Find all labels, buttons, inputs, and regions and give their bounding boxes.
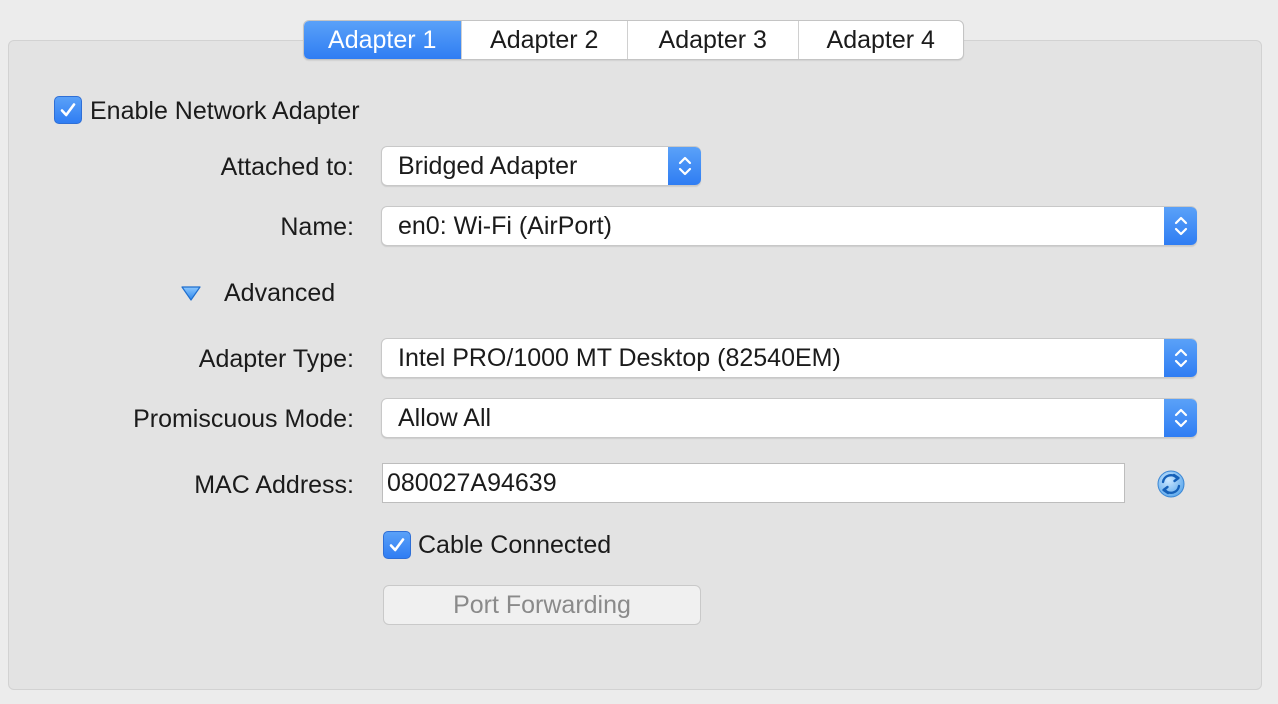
port-forwarding-button[interactable]: Port Forwarding — [383, 585, 701, 625]
name-value: en0: Wi-Fi (AirPort) — [398, 211, 612, 240]
mac-address-label: MAC Address: — [194, 471, 354, 499]
name-label: Name: — [280, 213, 354, 241]
attached-to-label: Attached to: — [220, 153, 354, 181]
attached-to-popup[interactable]: Bridged Adapter — [381, 146, 701, 186]
advanced-label[interactable]: Advanced — [224, 278, 335, 308]
adapter-type-label: Adapter Type: — [198, 345, 354, 373]
tab-adapter-3[interactable]: Adapter 3 — [628, 21, 799, 59]
checkmark-icon — [60, 103, 76, 117]
adapter-type-popup[interactable]: Intel PRO/1000 MT Desktop (82540EM) — [381, 338, 1197, 378]
mac-address-field[interactable]: 080027A94639 — [382, 463, 1125, 503]
tab-adapter-4[interactable]: Adapter 4 — [799, 21, 964, 59]
promiscuous-mode-popup[interactable]: Allow All — [381, 398, 1197, 438]
checkmark-icon — [389, 538, 405, 552]
cable-connected-label[interactable]: Cable Connected — [418, 530, 611, 560]
chevron-up-down-icon — [1164, 399, 1197, 437]
enable-adapter-label[interactable]: Enable Network Adapter — [90, 96, 360, 126]
adapter-type-value: Intel PRO/1000 MT Desktop (82540EM) — [398, 343, 841, 372]
adapter-tabs: Adapter 1 Adapter 2 Adapter 3 Adapter 4 — [303, 20, 964, 60]
chevron-up-down-icon — [1164, 207, 1197, 245]
tab-adapter-2[interactable]: Adapter 2 — [462, 21, 629, 59]
refresh-icon[interactable] — [1155, 468, 1187, 500]
disclosure-triangle-icon[interactable] — [180, 283, 202, 303]
chevron-up-down-icon — [668, 147, 701, 185]
promiscuous-mode-value: Allow All — [398, 403, 492, 432]
chevron-up-down-icon — [1164, 339, 1197, 377]
cable-connected-checkbox[interactable] — [383, 531, 411, 559]
name-popup[interactable]: en0: Wi-Fi (AirPort) — [381, 206, 1197, 246]
tab-adapter-1[interactable]: Adapter 1 — [304, 21, 462, 59]
enable-adapter-checkbox[interactable] — [54, 96, 82, 124]
attached-to-value: Bridged Adapter — [398, 151, 578, 180]
promiscuous-mode-label: Promiscuous Mode: — [133, 405, 354, 433]
